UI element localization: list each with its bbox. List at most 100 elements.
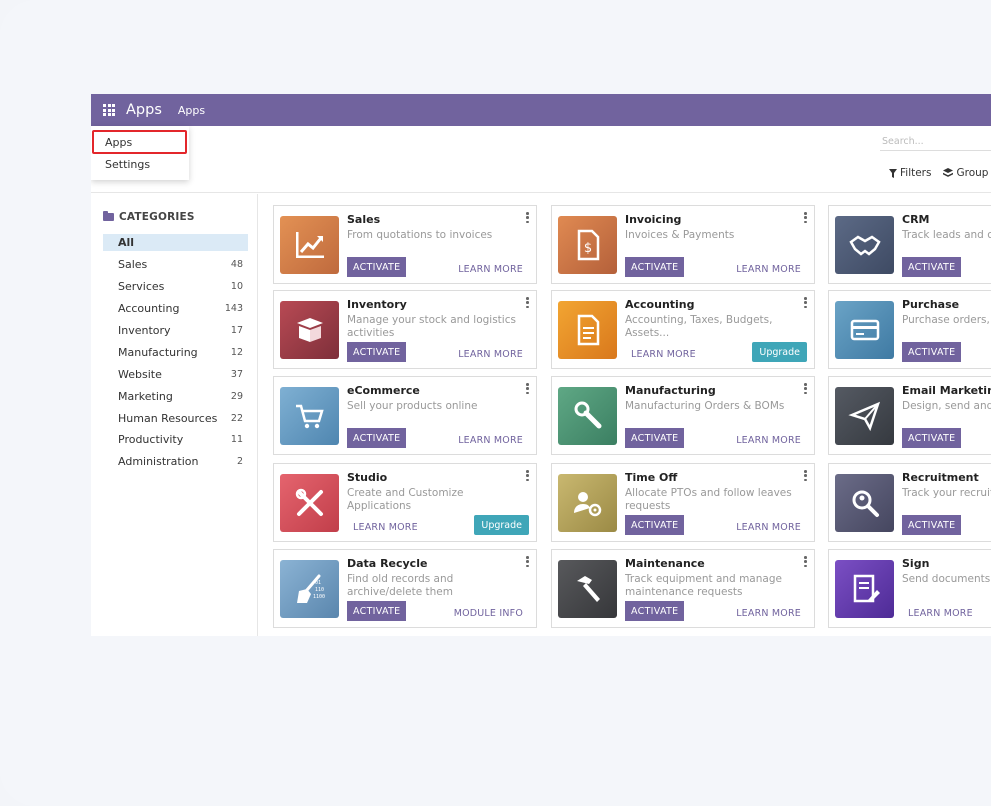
category-human-resources[interactable]: Human Resources 22	[103, 410, 248, 427]
group-by-label: Group	[956, 167, 989, 179]
category-sales[interactable]: Sales 48	[103, 256, 248, 273]
category-inventory[interactable]: Inventory 17	[103, 322, 248, 339]
category-services[interactable]: Services 10	[103, 278, 248, 295]
kebab-menu-icon[interactable]	[526, 383, 529, 394]
app-card-data-recycle[interactable]: 01 110 1100 Data Recycle Find old records …	[273, 549, 537, 628]
app-description: Manage your stock and logistics activiti…	[347, 314, 516, 339]
activate-button[interactable]: ACTIVATE	[902, 342, 962, 362]
app-card-purchase[interactable]: Purchase Purchase orders, t agreements A…	[828, 290, 991, 369]
navbar-menu-apps[interactable]: Apps	[178, 104, 205, 117]
app-grid-icon[interactable]	[103, 104, 115, 116]
learn-more-link[interactable]: LEARN MORE	[736, 608, 801, 619]
activate-button[interactable]: ACTIVATE	[347, 257, 407, 277]
category-productivity[interactable]: Productivity 11	[103, 431, 248, 448]
svg-text:1100: 1100	[313, 594, 325, 600]
category-count: 37	[230, 369, 243, 380]
category-manufacturing[interactable]: Manufacturing 12	[103, 344, 248, 361]
odoo-app-window: Apps Apps Search... Filters Group Apps S…	[91, 94, 991, 636]
navbar-title[interactable]: Apps	[126, 102, 162, 118]
learn-more-link[interactable]: LEARN MORE	[908, 608, 973, 619]
upgrade-button[interactable]: Upgrade	[752, 342, 807, 362]
layers-icon	[943, 168, 954, 177]
kebab-menu-icon[interactable]	[526, 470, 529, 481]
app-card-invoicing[interactable]: $ Invoicing Invoices & Payments ACTIVATE…	[551, 205, 815, 284]
kebab-menu-icon[interactable]	[804, 470, 807, 481]
dropdown-item-settings[interactable]: Settings	[105, 158, 150, 171]
category-administration[interactable]: Administration 2	[103, 453, 248, 470]
activate-button[interactable]: ACTIVATE	[625, 428, 685, 448]
filters-button[interactable]: Filters	[889, 167, 931, 179]
app-card-sales[interactable]: Sales From quotations to invoices ACTIVA…	[273, 205, 537, 284]
category-all[interactable]: All	[103, 234, 248, 251]
app-card-manufacturing[interactable]: Manufacturing Manufacturing Orders & BOM…	[551, 376, 815, 455]
learn-more-link[interactable]: LEARN MORE	[736, 435, 801, 446]
app-description: Manufacturing Orders & BOMs	[625, 400, 785, 412]
app-card-time-off[interactable]: Time Off Allocate PTOs and follow leaves…	[551, 463, 815, 542]
app-card-inventory[interactable]: Inventory Manage your stock and logistic…	[273, 290, 537, 369]
upgrade-button[interactable]: Upgrade	[474, 515, 529, 535]
user-gear-icon-graphic	[573, 492, 601, 517]
category-count: 22	[230, 413, 243, 424]
kebab-menu-icon[interactable]	[804, 383, 807, 394]
kebab-menu-icon[interactable]	[526, 297, 529, 308]
category-label: Accounting	[118, 302, 180, 315]
app-card-email-marketing[interactable]: Email Marketing Design, send and t ACTIV…	[828, 376, 991, 455]
category-label: Services	[118, 280, 165, 293]
activate-button[interactable]: ACTIVATE	[625, 515, 685, 535]
activate-button[interactable]: ACTIVATE	[625, 601, 685, 621]
svg-text:110: 110	[315, 587, 324, 593]
kebab-menu-icon[interactable]	[526, 556, 529, 567]
paper-plane-icon-graphic	[847, 401, 880, 432]
activate-button[interactable]: ACTIVATE	[347, 601, 407, 621]
dropdown-item-apps[interactable]: Apps	[105, 136, 132, 149]
app-card-ecommerce[interactable]: eCommerce Sell your products online ACTI…	[273, 376, 537, 455]
learn-more-link[interactable]: LEARN MORE	[458, 349, 523, 360]
handshake-icon	[835, 216, 894, 274]
app-card-maintenance[interactable]: Maintenance Track equipment and manage m…	[551, 549, 815, 628]
category-accounting[interactable]: Accounting 143	[103, 300, 248, 317]
app-title: eCommerce	[347, 384, 420, 397]
category-label: Inventory	[118, 324, 171, 337]
kebab-menu-icon[interactable]	[804, 297, 807, 308]
app-card-accounting[interactable]: Accounting Accounting, Taxes, Budgets, A…	[551, 290, 815, 369]
learn-more-link[interactable]: LEARN MORE	[736, 522, 801, 533]
kebab-menu-icon[interactable]	[804, 212, 807, 223]
app-title: Accounting	[625, 298, 695, 311]
learn-more-link[interactable]: LEARN MORE	[458, 435, 523, 446]
control-panel: Search... Filters Group	[91, 126, 991, 193]
activate-button[interactable]: ACTIVATE	[902, 257, 962, 277]
learn-more-link[interactable]: LEARN MORE	[631, 349, 696, 360]
learn-more-link[interactable]: LEARN MORE	[458, 264, 523, 275]
apps-dropdown-menu: Apps Settings	[91, 126, 189, 180]
broom-icon-graphic: 011101100	[296, 574, 325, 603]
app-card-crm[interactable]: CRM Track leads and cl ACTIVATE	[828, 205, 991, 284]
category-website[interactable]: Website 37	[103, 366, 248, 383]
kebab-menu-icon[interactable]	[526, 212, 529, 223]
app-description: Invoices & Payments	[625, 229, 735, 241]
activate-button[interactable]: ACTIVATE	[902, 515, 962, 535]
app-title: Manufacturing	[625, 384, 716, 397]
category-marketing[interactable]: Marketing 29	[103, 388, 248, 405]
group-by-button[interactable]: Group	[943, 167, 988, 179]
folder-icon	[103, 211, 114, 221]
category-count: 17	[230, 325, 243, 336]
activate-button[interactable]: ACTIVATE	[902, 428, 962, 448]
learn-more-link[interactable]: LEARN MORE	[736, 264, 801, 275]
kebab-menu-icon[interactable]	[804, 556, 807, 567]
activate-button[interactable]: ACTIVATE	[347, 428, 407, 448]
app-title: Studio	[347, 471, 388, 484]
app-description: From quotations to invoices	[347, 229, 493, 241]
app-card-sign[interactable]: Sign Send documents t LEARN MORE	[828, 549, 991, 628]
activate-button[interactable]: ACTIVATE	[625, 257, 685, 277]
hammer-icon-graphic	[576, 576, 600, 602]
app-title: Purchase	[902, 298, 960, 311]
app-card-recruitment[interactable]: Recruitment Track your recruit ACTIVATE	[828, 463, 991, 542]
activate-button[interactable]: ACTIVATE	[347, 342, 407, 362]
app-card-studio[interactable]: Studio Create and Customize Applications…	[273, 463, 537, 542]
module-info-link[interactable]: MODULE INFO	[454, 608, 523, 619]
credit-card-icon	[835, 301, 894, 359]
category-label: Website	[118, 368, 162, 381]
app-title: CRM	[902, 213, 930, 226]
learn-more-link[interactable]: LEARN MORE	[353, 522, 418, 533]
search-input[interactable]: Search...	[880, 134, 991, 151]
